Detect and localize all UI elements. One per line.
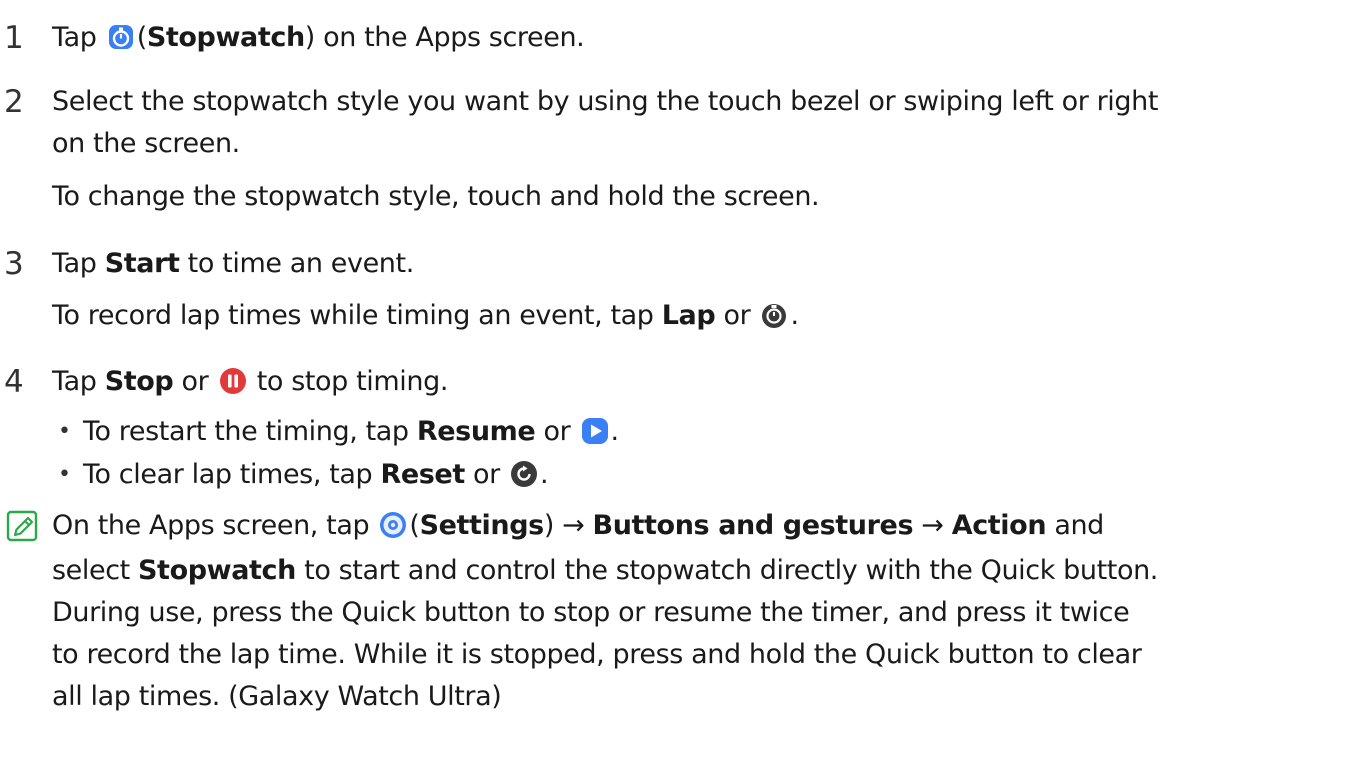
step-text: on the screen. bbox=[52, 128, 240, 159]
step-number: 3 bbox=[4, 246, 24, 282]
lap-icon bbox=[762, 304, 787, 328]
stopwatch-app-icon bbox=[108, 25, 133, 49]
pause-icon bbox=[219, 368, 246, 394]
step-number: 1 bbox=[4, 20, 24, 56]
step-text: Tap Start to time an event. bbox=[52, 248, 414, 279]
bullet-icon: • bbox=[58, 419, 71, 444]
reset-icon bbox=[511, 461, 538, 487]
play-icon bbox=[581, 418, 608, 444]
step-number: 4 bbox=[4, 364, 24, 400]
step-number: 2 bbox=[4, 84, 24, 120]
step-text: Select the stopwatch style you want by u… bbox=[52, 86, 1159, 117]
step-text: Tap (Stopwatch) on the Apps screen. bbox=[52, 22, 585, 53]
bullet-icon: • bbox=[58, 462, 71, 487]
step-subtext: To change the stopwatch style, touch and… bbox=[52, 181, 820, 212]
settings-icon bbox=[380, 512, 407, 538]
step-text: Tap Stop or to stop timing. bbox=[52, 366, 449, 397]
step-subtext: To record lap times while timing an even… bbox=[52, 300, 799, 331]
note-icon bbox=[6, 510, 38, 542]
